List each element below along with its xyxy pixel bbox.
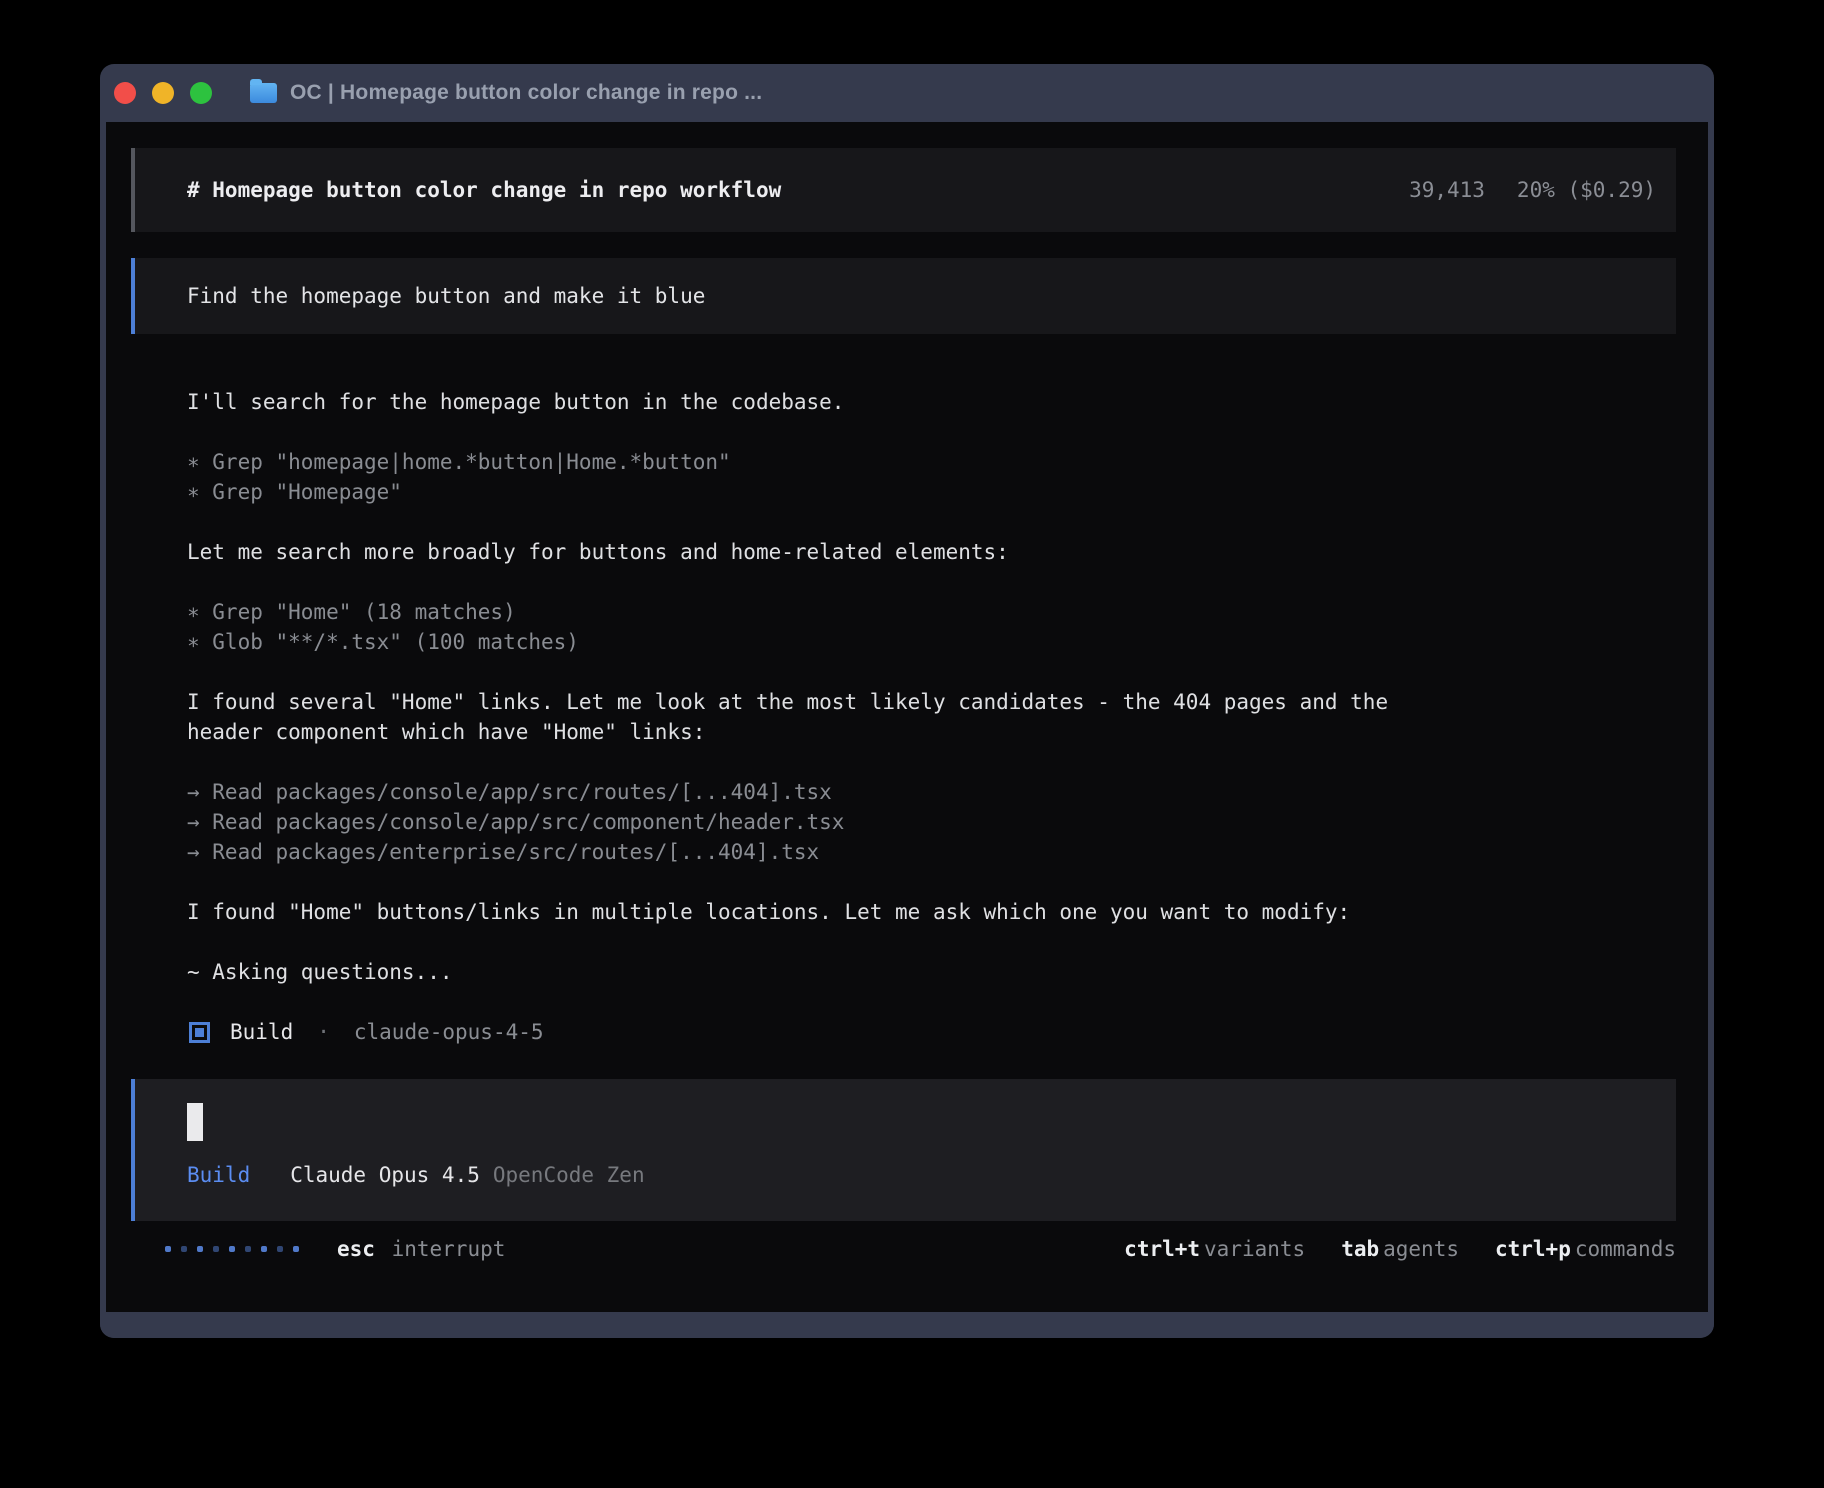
text-cursor: [187, 1103, 203, 1141]
tool-call-line: ∗ Grep "Home" (18 matches): [187, 597, 1676, 627]
agent-name: Build: [230, 1020, 293, 1044]
spinner-dot: [293, 1246, 299, 1252]
blank-line: [187, 507, 1676, 537]
status-bar: esc interrupt ctrl+tvariantstabagentsctr…: [131, 1237, 1676, 1261]
blank-line: [187, 567, 1676, 597]
assistant-text-line: Let me search more broadly for buttons a…: [187, 537, 1676, 567]
tool-call-line: → Read packages/console/app/src/routes/[…: [187, 777, 1676, 807]
token-count: 39,413: [1409, 178, 1485, 202]
shortcut-key: ctrl+p: [1495, 1237, 1571, 1261]
zoom-button[interactable]: [190, 82, 212, 104]
session-header: # Homepage button color change in repo w…: [131, 148, 1676, 232]
busy-spinner-dots: [165, 1246, 309, 1252]
shortcut-agents: tabagents: [1341, 1237, 1459, 1261]
spinner-dot: [165, 1246, 171, 1252]
assistant-text-line: I found "Home" buttons/links in multiple…: [187, 897, 1676, 927]
assistant-text-line: I'll search for the homepage button in t…: [187, 387, 1676, 417]
assistant-text-line: ~ Asking questions...: [187, 957, 1676, 987]
tool-call-line: → Read packages/console/app/src/componen…: [187, 807, 1676, 837]
shortcut-variants: ctrl+tvariants: [1124, 1237, 1305, 1261]
tool-call-line: ∗ Grep "homepage|home.*button|Home.*butt…: [187, 447, 1676, 477]
terminal-content: # Homepage button color change in repo w…: [106, 122, 1708, 1312]
blank-line: [187, 867, 1676, 897]
terminal-window: OC | Homepage button color change in rep…: [100, 64, 1714, 1338]
shortcut-key: ctrl+t: [1124, 1237, 1200, 1261]
spinner-dot: [261, 1246, 267, 1252]
window-title: OC | Homepage button color change in rep…: [290, 81, 762, 105]
prompt-input[interactable]: Build Claude Opus 4.5 OpenCode Zen: [131, 1079, 1676, 1221]
agent-badge: Build · claude-opus-4-5: [131, 1017, 1676, 1047]
spinner-dot: [245, 1246, 251, 1252]
shortcut-label: agents: [1383, 1237, 1459, 1261]
tool-call-line: → Read packages/enterprise/src/routes/[.…: [187, 837, 1676, 867]
spinner-dot: [181, 1246, 187, 1252]
session-title: # Homepage button color change in repo w…: [187, 178, 781, 202]
spinner-dot: [213, 1246, 219, 1252]
user-message: Find the homepage button and make it blu…: [131, 258, 1676, 334]
agent-model: claude-opus-4-5: [354, 1020, 544, 1044]
close-button[interactable]: [114, 82, 136, 104]
interrupt-label: interrupt: [392, 1237, 506, 1261]
editor-agent[interactable]: Build: [187, 1163, 250, 1187]
spinner-dot: [229, 1246, 235, 1252]
interrupt-key: esc: [337, 1237, 375, 1261]
shortcut-label: commands: [1575, 1237, 1676, 1261]
titlebar: OC | Homepage button color change in rep…: [100, 64, 1714, 122]
editor-meta: Build Claude Opus 4.5 OpenCode Zen: [187, 1163, 1656, 1187]
editor-model[interactable]: Claude Opus 4.5: [290, 1163, 480, 1187]
interrupt-hint: esc interrupt: [337, 1237, 505, 1261]
tool-call-line: ∗ Grep "Homepage": [187, 477, 1676, 507]
badge-separator: ·: [317, 1020, 330, 1044]
user-message-text: Find the homepage button and make it blu…: [187, 284, 705, 308]
folder-icon: [250, 83, 277, 103]
keyboard-shortcuts: ctrl+tvariants tabagents ctrl+pcommands: [1088, 1237, 1676, 1261]
assistant-text-line: I found several "Home" links. Let me loo…: [187, 687, 1676, 717]
tool-call-line: ∗ Glob "**/*.tsx" (100 matches): [187, 627, 1676, 657]
blank-line: [187, 417, 1676, 447]
agent-build-icon: [189, 1022, 210, 1043]
blank-line: [187, 927, 1676, 957]
shortcut-label: variants: [1204, 1237, 1305, 1261]
minimize-button[interactable]: [152, 82, 174, 104]
shortcut-key: tab: [1341, 1237, 1379, 1261]
assistant-text-line: header component which have "Home" links…: [187, 717, 1676, 747]
spinner-dot: [277, 1246, 283, 1252]
window-bottom-edge: [100, 1312, 1714, 1338]
blank-line: [187, 657, 1676, 687]
session-meta: 39,413 20% ($0.29): [1409, 178, 1656, 202]
blank-line: [187, 987, 1676, 1017]
blank-line: [187, 747, 1676, 777]
spinner-dot: [197, 1246, 203, 1252]
editor-provider: OpenCode Zen: [493, 1163, 645, 1187]
assistant-conversation: I'll search for the homepage button in t…: [131, 387, 1676, 1017]
context-and-cost: 20% ($0.29): [1517, 178, 1656, 202]
shortcut-commands: ctrl+pcommands: [1495, 1237, 1676, 1261]
